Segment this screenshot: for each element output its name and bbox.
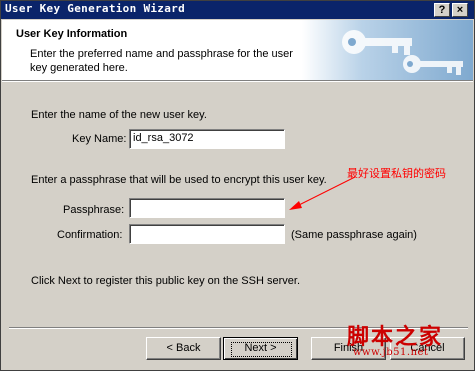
keys-icon xyxy=(342,30,463,75)
confirmation-label: Confirmation: xyxy=(57,229,123,241)
close-button[interactable]: × xyxy=(452,3,468,17)
watermark-url: www.jb51.net xyxy=(353,347,429,358)
wizard-window: User Key Generation Wizard ? × User Key … xyxy=(0,0,475,371)
confirmation-note: (Same passphrase again) xyxy=(291,229,417,241)
window-title: User Key Generation Wizard xyxy=(5,2,185,15)
key-name-label: Key Name: xyxy=(72,133,127,145)
key-name-intro: Enter the name of the new user key. xyxy=(31,109,207,121)
watermark: 脚本之家 www.jb51.net xyxy=(347,319,443,358)
header-divider xyxy=(2,81,473,82)
annotation-arrow-icon xyxy=(289,176,356,210)
help-button[interactable]: ? xyxy=(434,3,450,17)
key-name-input[interactable]: id_rsa_3072 xyxy=(129,129,285,149)
passphrase-label: Passphrase: xyxy=(63,204,125,216)
title-bar: User Key Generation Wizard ? × xyxy=(1,1,474,19)
focus-rect xyxy=(231,342,292,357)
keys-banner-image xyxy=(302,20,473,80)
confirmation-input[interactable] xyxy=(129,224,285,244)
passphrase-input[interactable] xyxy=(129,198,285,218)
footer-note: Click Next to register this public key o… xyxy=(31,275,300,287)
wizard-header: User Key Information Enter the preferred… xyxy=(2,20,473,81)
header-description: Enter the preferred name and passphrase … xyxy=(30,48,293,74)
next-button[interactable]: Next > xyxy=(223,337,298,360)
passphrase-intro: Enter a passphrase that will be used to … xyxy=(31,174,327,186)
back-button[interactable]: < Back xyxy=(146,337,221,360)
header-title: User Key Information xyxy=(16,28,128,40)
